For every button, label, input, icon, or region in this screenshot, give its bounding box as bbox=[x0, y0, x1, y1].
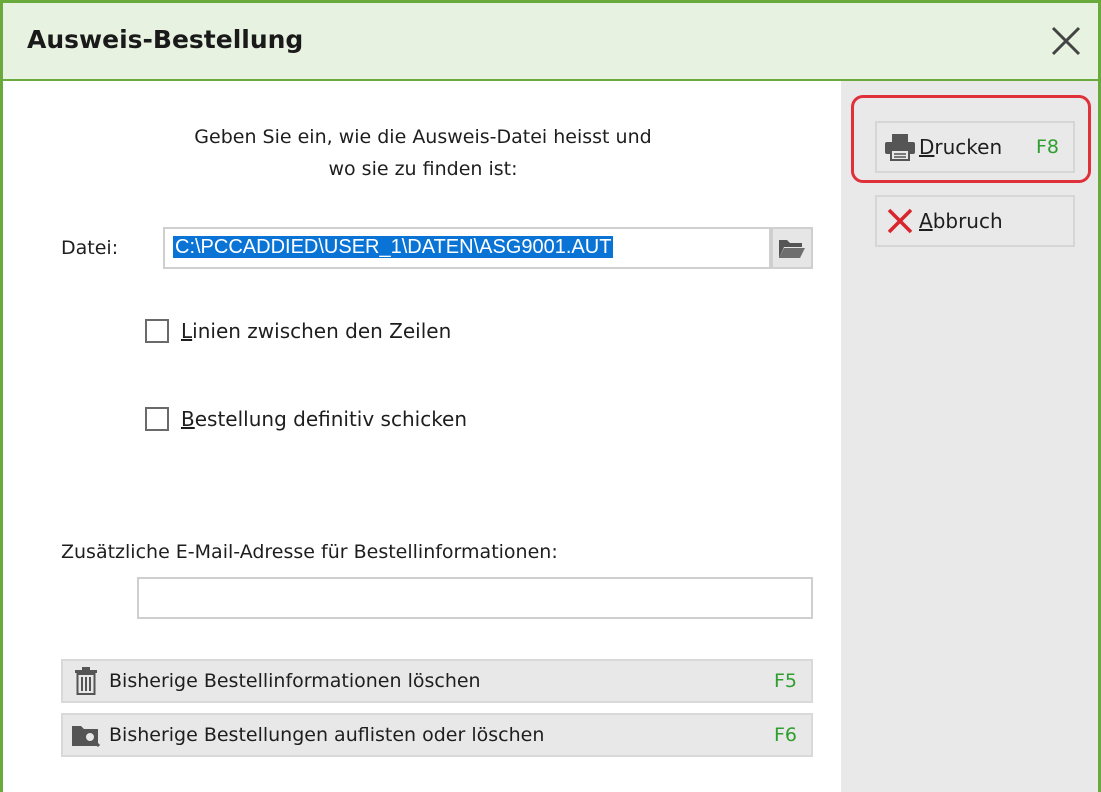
delete-order-info-label: Bisherige Bestellinformationen löschen bbox=[109, 670, 481, 692]
file-path-input[interactable]: C:\PCCADDIED\USER_1\DATEN\ASG9001.AUT bbox=[163, 227, 771, 269]
print-button[interactable]: Drucken F8 bbox=[875, 121, 1075, 173]
title-bar: Ausweis-Bestellung bbox=[3, 3, 1098, 81]
checkbox-send-label: Bestellung definitiv schicken bbox=[181, 407, 467, 431]
email-input[interactable] bbox=[137, 577, 813, 619]
mnemonic-a: A bbox=[919, 209, 933, 233]
list-orders-button[interactable]: Bisherige Bestellungen auflisten oder lö… bbox=[61, 713, 813, 757]
checkbox-lines-label: Linien zwischen den Zeilen bbox=[181, 319, 451, 343]
checkbox-send-text: estellung definitiv schicken bbox=[194, 407, 468, 431]
file-path-value: C:\PCCADDIED\USER_1\DATEN\ASG9001.AUT bbox=[173, 236, 614, 258]
window-title: Ausweis-Bestellung bbox=[27, 25, 304, 54]
mnemonic-b: B bbox=[181, 407, 195, 431]
x-icon bbox=[887, 208, 913, 234]
folder-search-icon bbox=[72, 726, 101, 748]
shortcut-f6: F6 bbox=[773, 724, 797, 746]
checkbox-box[interactable] bbox=[145, 407, 169, 431]
print-label-text: rucken bbox=[934, 135, 1003, 159]
checkbox-send-order-final[interactable]: Bestellung definitiv schicken bbox=[145, 407, 467, 431]
file-label: Datei: bbox=[61, 237, 119, 259]
instruction-line-1: Geben Sie ein, wie die Ausweis-Datei hei… bbox=[194, 126, 652, 148]
shortcut-f8: F8 bbox=[1035, 136, 1059, 158]
list-orders-label: Bisherige Bestellungen auflisten oder lö… bbox=[109, 724, 545, 746]
checkbox-lines-text: inien zwischen den Zeilen bbox=[192, 319, 452, 343]
shortcut-f5: F5 bbox=[773, 670, 797, 692]
instruction-line-2: wo sie zu finden ist: bbox=[328, 158, 518, 180]
trash-icon bbox=[75, 667, 97, 695]
mnemonic-d: D bbox=[919, 135, 935, 159]
delete-order-info-button[interactable]: Bisherige Bestellinformationen löschen F… bbox=[61, 659, 813, 703]
mnemonic-l: L bbox=[181, 319, 193, 343]
close-icon bbox=[1051, 26, 1081, 56]
checkbox-lines-between-rows[interactable]: Linien zwischen den Zeilen bbox=[145, 319, 451, 343]
cancel-button[interactable]: Abbruch bbox=[875, 195, 1075, 247]
action-sidebar: Drucken F8 Abbruch bbox=[841, 81, 1098, 792]
close-button[interactable] bbox=[1048, 23, 1084, 59]
checkbox-box[interactable] bbox=[145, 319, 169, 343]
email-label: Zusätzliche E-Mail-Adresse für Bestellin… bbox=[61, 541, 558, 563]
dialog-window: Ausweis-Bestellung Geben Sie ein, wie di… bbox=[0, 0, 1101, 792]
cancel-label: Abbruch bbox=[919, 209, 1003, 233]
printer-icon bbox=[885, 134, 915, 161]
print-label: Drucken bbox=[919, 135, 1002, 159]
instruction-text: Geben Sie ein, wie die Ausweis-Datei hei… bbox=[153, 121, 693, 185]
browse-folder-button[interactable] bbox=[771, 227, 813, 269]
folder-open-icon bbox=[779, 240, 805, 258]
cancel-label-text: bbruch bbox=[932, 209, 1003, 233]
